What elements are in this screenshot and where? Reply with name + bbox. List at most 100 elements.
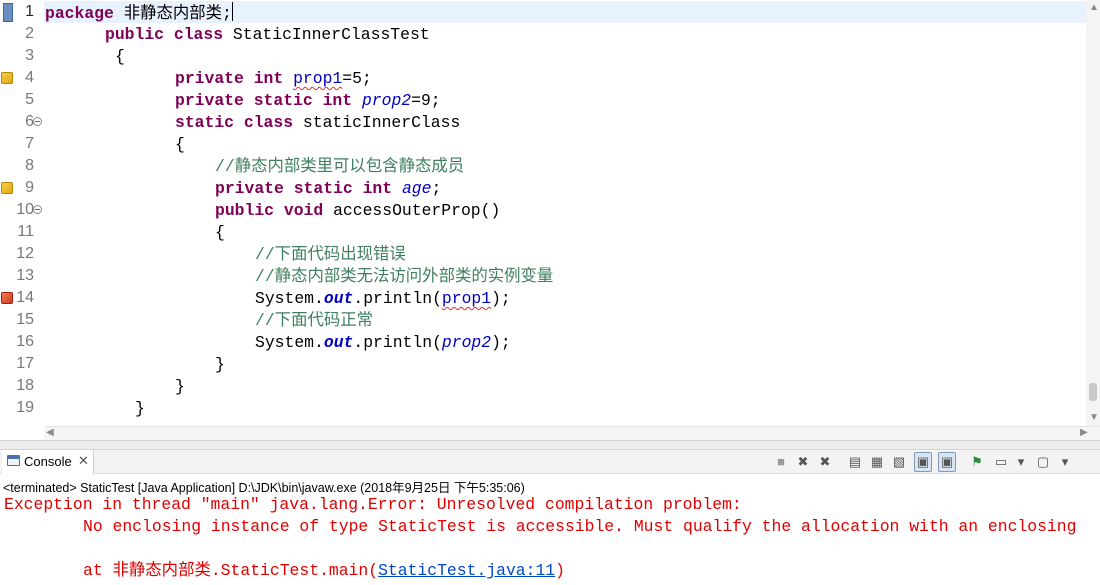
line-number: 9 [25, 179, 34, 196]
warning-marker-icon[interactable] [1, 182, 13, 194]
code-line: { [215, 222, 225, 244]
display-console-icon[interactable]: ▭ [992, 452, 1010, 472]
code-token: class [243, 113, 294, 132]
clear-console-icon[interactable]: ▤ [846, 452, 864, 472]
code-token: } [175, 377, 185, 396]
code-token: static [293, 179, 353, 198]
stack-frame-text: at 非静态内部类.StaticTest.main( [83, 561, 379, 580]
line-number: 19 [16, 399, 34, 416]
code-line: package 非静态内部类; [45, 2, 233, 24]
code-token: prop1 [293, 69, 343, 88]
code-token: 非静态内部类; [113, 4, 232, 23]
code-token: { [215, 223, 225, 242]
console-output[interactable]: Exception in thread "main" java.lang.Err… [0, 494, 1100, 585]
code-token: System. [255, 289, 324, 308]
open-console-dropdown-icon[interactable]: ▾ [1056, 452, 1074, 472]
show-on-stderr-icon[interactable]: ▣ [938, 452, 956, 472]
code-line: { [115, 46, 125, 68]
console-tab[interactable]: Console ✕ [2, 450, 94, 474]
display-console-dropdown-icon[interactable]: ▾ [1012, 452, 1030, 472]
code-token: staticInnerClass [293, 113, 461, 132]
code-line: static class staticInnerClass [175, 112, 460, 134]
code-line: //下面代码出现错误 [255, 244, 406, 266]
console-view-header: Console ✕ ■ ✖ ✖ ▤ ▦ ▧ ▣ ▣ ⚑ ▭ ▾ ▢ ▾ [0, 450, 1100, 474]
line-number: 6 [25, 113, 34, 130]
code-token: int [322, 91, 353, 110]
remove-all-launches-icon[interactable]: ✖ [816, 452, 834, 472]
editor-vertical-scrollbar[interactable]: ▲ ▼ [1086, 0, 1100, 426]
show-on-stdout-icon[interactable]: ▣ [914, 452, 932, 472]
open-console-icon[interactable]: ▢ [1034, 452, 1052, 472]
error-marker-icon[interactable] [1, 292, 13, 304]
code-token: ; [431, 179, 442, 198]
line-number: 5 [25, 91, 34, 108]
editor-horizontal-scrollbar[interactable]: ◀ ▶ [44, 426, 1100, 440]
warning-marker-icon[interactable] [1, 72, 13, 84]
fold-toggle-icon[interactable] [33, 117, 42, 126]
code-token: static [253, 91, 313, 110]
scroll-up-arrow-icon[interactable]: ▲ [1089, 2, 1099, 14]
code-token: class [173, 25, 224, 44]
code-token: System. [255, 333, 324, 352]
code-token: void [283, 201, 324, 220]
pin-console-icon[interactable]: ⚑ [968, 452, 986, 472]
console-error-line: Exception in thread "main" java.lang.Err… [4, 495, 752, 514]
terminate-icon[interactable]: ■ [772, 452, 790, 472]
code-token: //静态内部类里可以包含静态成员 [215, 157, 465, 176]
scroll-left-arrow-icon[interactable]: ◀ [46, 427, 54, 439]
line-number: 12 [16, 245, 34, 262]
view-sash[interactable] [0, 440, 1100, 450]
code-token: //下面代码正常 [255, 311, 374, 330]
code-token: package [45, 4, 114, 23]
console-stack-frame: at 非静态内部类.StaticTest.main(StaticTest.jav… [83, 560, 565, 582]
current-line-marker [3, 3, 13, 22]
code-token: =5; [342, 69, 372, 88]
console-icon [7, 455, 20, 466]
line-number: 2 [25, 25, 34, 42]
code-token: accessOuterProp() [323, 201, 501, 220]
console-tab-label: Console [24, 454, 72, 469]
scroll-down-arrow-icon[interactable]: ▼ [1089, 412, 1099, 424]
code-token: private [175, 69, 244, 88]
vertical-scroll-thumb[interactable] [1089, 383, 1097, 401]
word-wrap-icon[interactable]: ▧ [890, 452, 908, 472]
remove-launch-icon[interactable]: ✖ [794, 452, 812, 472]
code-token: out [323, 289, 354, 308]
line-number: 8 [25, 157, 34, 174]
code-line: { [175, 134, 185, 156]
code-token: StaticInnerClassTest [223, 25, 430, 44]
code-token: .println( [353, 289, 442, 308]
line-number: 14 [16, 289, 34, 306]
code-line: //下面代码正常 [255, 310, 373, 332]
code-token: .println( [353, 333, 442, 352]
code-editor[interactable]: 1 2 3 4 5 6 7 8 9 10 11 12 13 14 15 16 17 18 19 package 非静… [0, 0, 1100, 426]
line-number: 18 [16, 377, 34, 394]
code-token: out [323, 333, 354, 352]
code-token: public [105, 25, 165, 44]
scroll-lock-icon[interactable]: ▦ [868, 452, 886, 472]
code-token: { [175, 135, 185, 154]
fold-toggle-icon[interactable] [33, 205, 42, 214]
stack-frame-link[interactable]: StaticTest.java:11 [378, 561, 555, 580]
line-number: 1 [25, 3, 34, 20]
line-number: 7 [25, 135, 34, 152]
line-number: 17 [16, 355, 34, 372]
line-number: 13 [16, 267, 34, 284]
code-token: //静态内部类无法访问外部类的实例变量 [255, 267, 554, 286]
scroll-right-arrow-icon[interactable]: ▶ [1080, 427, 1088, 439]
code-token: static [175, 113, 235, 132]
code-token: { [115, 47, 125, 66]
line-number: 11 [17, 223, 34, 240]
code-token: } [215, 355, 225, 374]
close-icon[interactable]: ✕ [78, 453, 89, 469]
line-number: 4 [25, 69, 34, 86]
console-error-line: No enclosing instance of type StaticTest… [83, 517, 1077, 536]
